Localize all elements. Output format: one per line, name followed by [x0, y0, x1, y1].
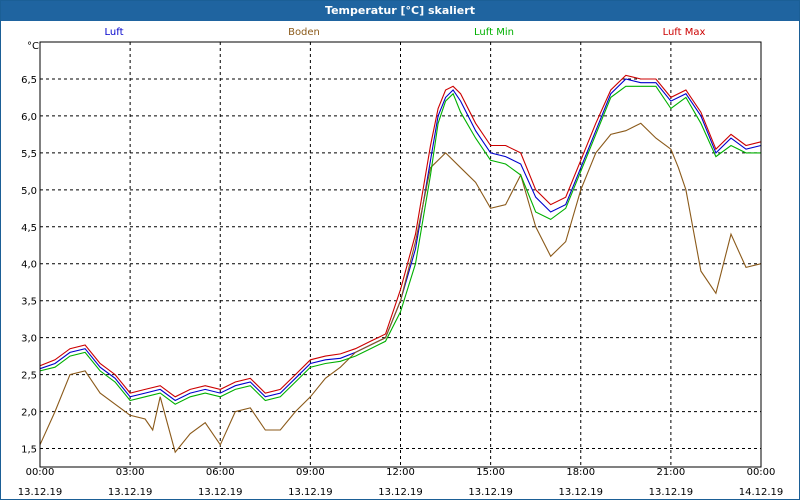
x-tick-date-label: 14.12.19 [739, 487, 784, 498]
y-axis-unit-label: °C [27, 41, 39, 52]
chart-area: °C Luft Boden Luft Min Luft Max 1,5 2,0 2,5 3,… [1, 21, 799, 499]
x-tick-time-label: 15:00 [476, 467, 505, 478]
legend: Luft Boden Luft Min Luft Max [105, 27, 706, 38]
y-tick-label: 4,5 [21, 223, 37, 234]
x-tick-date-label: 13.12.19 [198, 487, 243, 498]
x-tick-time-label: 06:00 [206, 467, 235, 478]
x-tick-time-label: 18:00 [566, 467, 595, 478]
x-tick-time-label: 03:00 [116, 467, 145, 478]
y-tick-label: 5,0 [21, 186, 37, 197]
x-tick-time-label: 21:00 [656, 467, 685, 478]
x-tick-time-label: 12:00 [386, 467, 415, 478]
y-tick-label: 2,0 [21, 408, 37, 419]
x-tick-date-label: 13.12.19 [558, 487, 603, 498]
window-title: Temperatur [°C] skaliert [1, 1, 799, 21]
legend-entry-luft: Luft [105, 27, 124, 38]
y-tick-label: 6,0 [21, 112, 37, 123]
legend-entry-boden: Boden [288, 27, 320, 38]
x-tick-time-label: 09:00 [296, 467, 325, 478]
x-tick-date-label: 13.12.19 [649, 487, 694, 498]
x-tick-date-label: 13.12.19 [108, 487, 153, 498]
x-tick-date-label: 13.12.19 [18, 487, 63, 498]
x-tick-time-label: 00:00 [26, 467, 55, 478]
y-tick-label: 4,0 [21, 260, 37, 271]
x-tick-date-label: 13.12.19 [288, 487, 333, 498]
x-tick-time-label: 00:00 [747, 467, 776, 478]
y-tick-label: 3,0 [21, 334, 37, 345]
y-tick-label: 3,5 [21, 297, 37, 308]
y-tick-label: 5,5 [21, 149, 37, 160]
y-tick-label: 1,5 [21, 445, 37, 456]
y-tick-label: 2,5 [21, 371, 37, 382]
temperature-chart: °C Luft Boden Luft Min Luft Max 1,5 2,0 2,5 3,… [18, 27, 784, 498]
x-tick-date-label: 13.12.19 [468, 487, 513, 498]
x-tick-date-label: 13.12.19 [378, 487, 423, 498]
y-tick-label: 6,5 [21, 75, 37, 86]
chart-window: Temperatur [°C] skaliert °C Luft Boden Luf… [0, 0, 800, 500]
legend-entry-luft-max: Luft Max [663, 27, 706, 38]
legend-entry-luft-min: Luft Min [474, 27, 514, 38]
grid-lines [40, 42, 761, 467]
axes: °C [27, 41, 762, 468]
